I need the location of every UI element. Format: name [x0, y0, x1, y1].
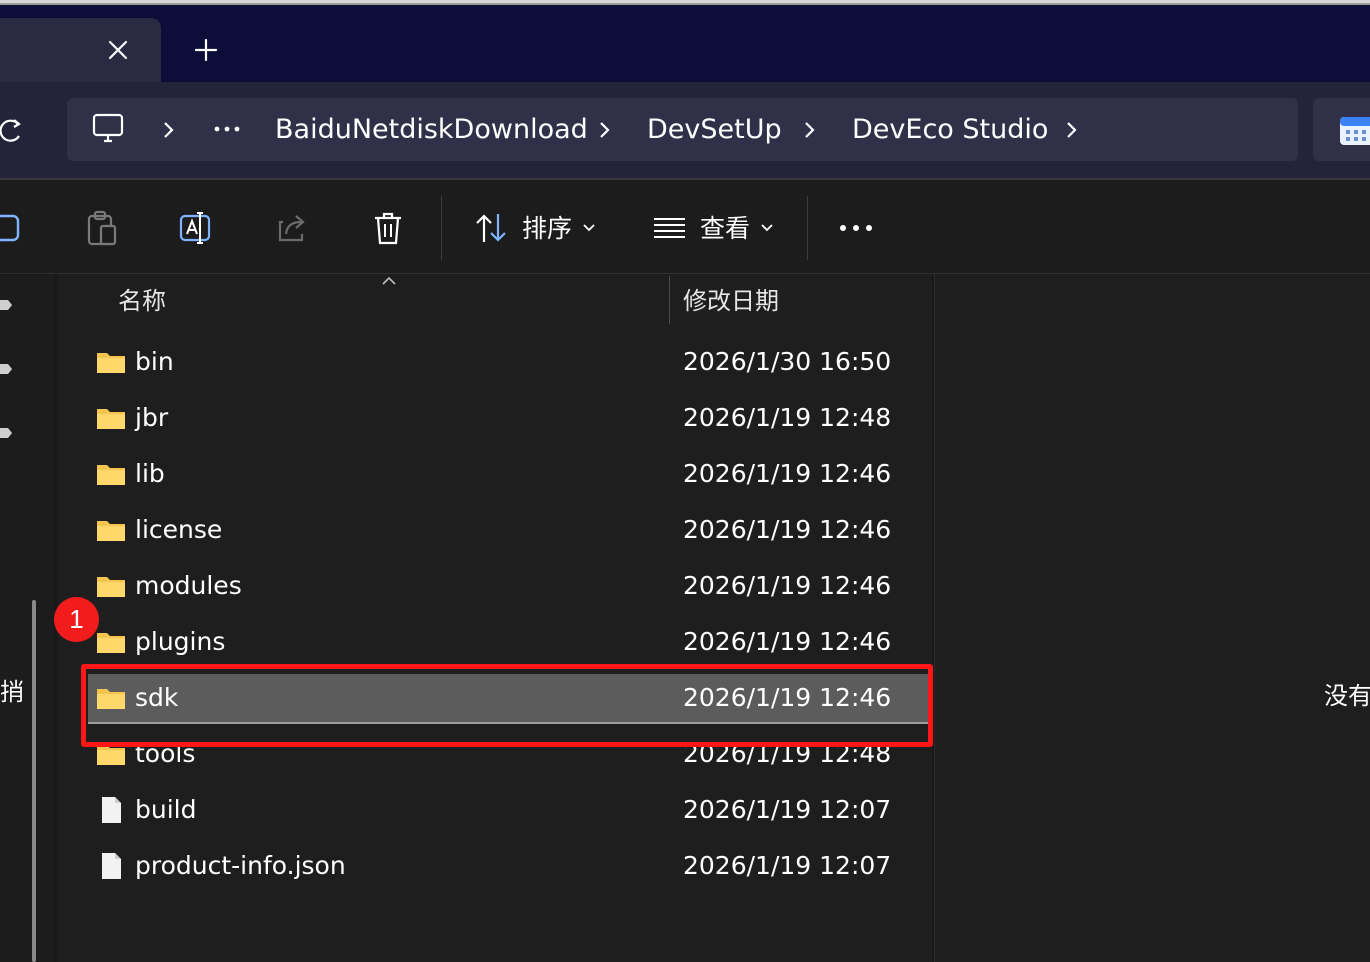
- folder-icon: [97, 521, 125, 541]
- rename-icon: [179, 212, 211, 244]
- copy-button[interactable]: [0, 208, 22, 248]
- refresh-button[interactable]: [0, 116, 24, 144]
- file-modified: 2026/1/19 12:07: [683, 795, 892, 824]
- chevron-down-icon[interactable]: [580, 218, 598, 238]
- file-name: build: [135, 795, 197, 824]
- close-tab-button[interactable]: [104, 36, 132, 64]
- folder-icon: [97, 577, 125, 597]
- more-horizontal-icon: [840, 225, 872, 231]
- file-row[interactable]: license 2026/1/19 12:46: [88, 506, 928, 554]
- toolbar-separator: [807, 196, 808, 260]
- hidden-crumbs-button[interactable]: [212, 118, 242, 140]
- folder-icon: [97, 409, 125, 429]
- copy-icon: [0, 214, 20, 242]
- breadcrumb-baidunetdiskdownload[interactable]: BaiduNetdiskDownload: [275, 112, 588, 148]
- folder-icon: [97, 353, 125, 373]
- pin-icon: [0, 296, 14, 314]
- clipboard-icon: [87, 210, 117, 246]
- new-tab-button[interactable]: [190, 34, 222, 66]
- file-icon: [102, 797, 121, 823]
- details-pane: [934, 274, 1370, 962]
- file-name: lib: [135, 459, 165, 488]
- more-horizontal-icon: [214, 126, 240, 132]
- sort-ascending-icon: [380, 272, 398, 285]
- file-row[interactable]: lib 2026/1/19 12:46: [88, 450, 928, 498]
- file-name: product-info.json: [135, 851, 346, 880]
- pin-icon: [0, 424, 14, 442]
- file-name: modules: [135, 571, 242, 600]
- file-row[interactable]: product-info.json 2026/1/19 12:07: [88, 842, 928, 890]
- file-modified: 2026/1/19 12:46: [683, 515, 892, 544]
- navigation-scrollbar[interactable]: [32, 600, 36, 962]
- sort-button[interactable]: [474, 208, 510, 248]
- column-resize-handle[interactable]: [669, 276, 670, 324]
- close-icon: [108, 40, 128, 60]
- paste-button[interactable]: [84, 208, 120, 248]
- file-name: license: [135, 515, 223, 544]
- this-pc-button[interactable]: [90, 112, 126, 146]
- calendar-icon: [1338, 113, 1370, 147]
- file-name: jbr: [135, 403, 169, 432]
- file-modified: 2026/1/19 12:07: [683, 851, 892, 880]
- monitor-icon: [92, 113, 124, 143]
- sort-arrows-icon: [476, 214, 506, 242]
- share-button[interactable]: [275, 208, 311, 248]
- nav-item-partial-label[interactable]: 捎: [0, 676, 24, 708]
- file-row[interactable]: jbr 2026/1/19 12:48: [88, 394, 928, 442]
- file-row[interactable]: modules 2026/1/19 12:46: [88, 562, 928, 610]
- file-row[interactable]: bin 2026/1/30 16:50: [88, 338, 928, 386]
- column-header-modified[interactable]: 修改日期: [683, 284, 779, 318]
- file-modified: 2026/1/19 12:48: [683, 403, 892, 432]
- refresh-icon: [0, 119, 21, 142]
- file-modified: 2026/1/19 12:46: [683, 571, 892, 600]
- toolbar-separator: [441, 196, 442, 260]
- file-row[interactable]: build 2026/1/19 12:07: [88, 786, 928, 834]
- rename-button[interactable]: [178, 208, 214, 248]
- chevron-down-icon[interactable]: [758, 218, 776, 238]
- file-modified: 2026/1/19 12:46: [683, 627, 892, 656]
- view-button[interactable]: [652, 208, 688, 248]
- chevron-right-icon[interactable]: [160, 116, 178, 144]
- sort-label[interactable]: 排序: [522, 212, 572, 246]
- chevron-right-icon[interactable]: [1063, 116, 1081, 144]
- plus-icon: [194, 38, 218, 62]
- pin-icon: [0, 360, 14, 378]
- annotation-step-badge: 1: [54, 597, 99, 642]
- trash-icon: [375, 212, 401, 245]
- more-options-button[interactable]: [838, 208, 874, 248]
- breadcrumb-devsetup[interactable]: DevSetUp: [647, 112, 782, 148]
- folder-icon: [97, 465, 125, 485]
- list-view-icon: [654, 218, 685, 238]
- chevron-right-icon[interactable]: [596, 116, 614, 144]
- share-icon: [278, 215, 305, 242]
- file-modified: 2026/1/30 16:50: [683, 347, 892, 376]
- chevron-right-icon[interactable]: [801, 116, 819, 144]
- annotation-highlight-box: [81, 664, 933, 747]
- details-pane-message: 没有: [1324, 682, 1370, 710]
- file-name: bin: [135, 347, 174, 376]
- folder-icon: [97, 633, 125, 653]
- delete-button[interactable]: [371, 208, 407, 248]
- file-icon: [102, 853, 121, 879]
- file-row[interactable]: plugins 2026/1/19 12:46: [88, 618, 928, 666]
- active-tab[interactable]: [0, 18, 161, 82]
- file-modified: 2026/1/19 12:46: [683, 459, 892, 488]
- column-header-name[interactable]: 名称: [118, 284, 166, 318]
- breadcrumb-deveco-studio[interactable]: DevEco Studio: [852, 112, 1048, 148]
- view-label[interactable]: 查看: [700, 212, 750, 246]
- file-name: plugins: [135, 627, 226, 656]
